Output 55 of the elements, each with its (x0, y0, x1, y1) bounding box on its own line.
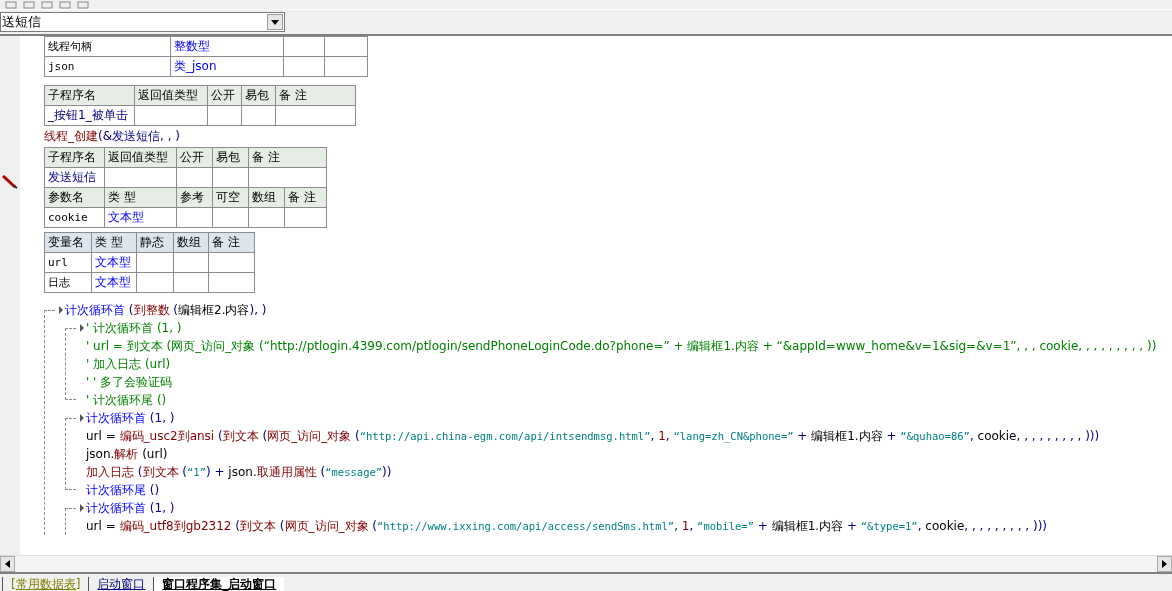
code-line: 计次循环首 (到整数 (编辑框2.内容), ) (65, 302, 267, 319)
column-header: 返回值类型 (104, 147, 177, 168)
tab[interactable]: [常用数据表] (3, 577, 89, 591)
code-line: ' 计次循环尾 () (86, 392, 168, 409)
table-cell: 文本型 (91, 252, 137, 273)
table-cell: json (44, 56, 171, 77)
code-line: 加入日志 (到文本 (“1”) + json.取通用属性 (“message”)) (86, 464, 393, 481)
column-header: 子程序名 (44, 85, 135, 106)
column-header: 变量名 (44, 232, 92, 253)
column-header: 参数名 (44, 187, 105, 208)
table-cell: 文本型 (104, 207, 177, 228)
code-line: url = 编码_usc2到ansi (到文本 (网页_访问_对象 (“http://api.china-egm.com/api/intsendmsg.html”, 1, “lang=zh_CN&phone=” + 编辑框1.内容 + “&quhao=86”, cookie, , , , , , , , , ))) (86, 428, 1101, 445)
table-cell: 整数型 (170, 36, 284, 57)
code-line: 计次循环首 (1, ) (86, 500, 175, 517)
table-cell: 日志 (44, 272, 92, 293)
right-arrow-icon (1162, 560, 1167, 568)
column-header: 静态 (136, 232, 174, 253)
code-line: json.解析 (url) (86, 446, 169, 463)
column-header: 子程序名 (44, 147, 105, 168)
column-header: 公开 (176, 147, 213, 168)
left-arrow-icon (5, 560, 10, 568)
table-cell: 类_json (170, 56, 284, 77)
code-line: 计次循环尾 () (86, 482, 161, 499)
code-line: 计次循环首 (1, ) (86, 410, 175, 427)
tree-line (65, 328, 76, 400)
scroll-left-button[interactable] (0, 556, 15, 572)
tab[interactable]: 启动窗口 (89, 577, 154, 591)
column-header: 数组 (173, 232, 209, 253)
column-header: 公开 (207, 85, 242, 106)
table-cell: cookie (44, 207, 105, 228)
tab[interactable]: 窗口程序集_启动窗口 (154, 577, 285, 591)
column-header: 易包 (212, 147, 249, 168)
column-header: 备 注 (248, 147, 327, 168)
table-cell: _按钮1_被单击 (44, 105, 135, 126)
tree-line (65, 418, 76, 490)
code-line: 线程_创建(&发送短信, , ) (44, 128, 181, 145)
subroutine-dropdown[interactable]: 送短信 (0, 12, 285, 32)
caret-icon (271, 19, 279, 25)
column-header: 易包 (241, 85, 276, 106)
column-header: 返回值类型 (134, 85, 208, 106)
table-cell: 线程句柄 (44, 36, 171, 57)
column-header: 类 型 (91, 232, 137, 253)
column-header: 备 注 (208, 232, 255, 253)
scroll-right-button[interactable] (1157, 556, 1172, 572)
table-cell: 文本型 (91, 272, 137, 293)
code-line: ' 计次循环首 (1, ) (86, 320, 182, 337)
code-line: ' 加入日志 (url) (86, 356, 172, 373)
code-line: url = 编码_utf8到gb2312 (到文本 (网页_访问_对象 (“http://www.ixxing.com/api/access/sendSms.html”, 1, “mobile=” + 编辑框1.内容 + “&type=1”, cookie, , , , , , , , , ))) (86, 518, 1048, 535)
pencil-icon (2, 175, 18, 189)
tree-line (65, 508, 76, 535)
table-cell: 发送短信 (44, 167, 105, 188)
column-header: 备 注 (275, 85, 356, 106)
code-line: ' ' 多了会验证码 (86, 374, 174, 391)
code-line: ' url = 到文本 (网页_访问_对象 (“http://ptlogin.4399.com/ptlogin/sendPhoneLoginCode.do?phone=” + 编辑框1.内容 + “&appId=www_home&v=1&sig=&v=1”, , , cookie, , , , , , , , , )) (86, 338, 1158, 355)
table-cell: url (44, 252, 92, 273)
